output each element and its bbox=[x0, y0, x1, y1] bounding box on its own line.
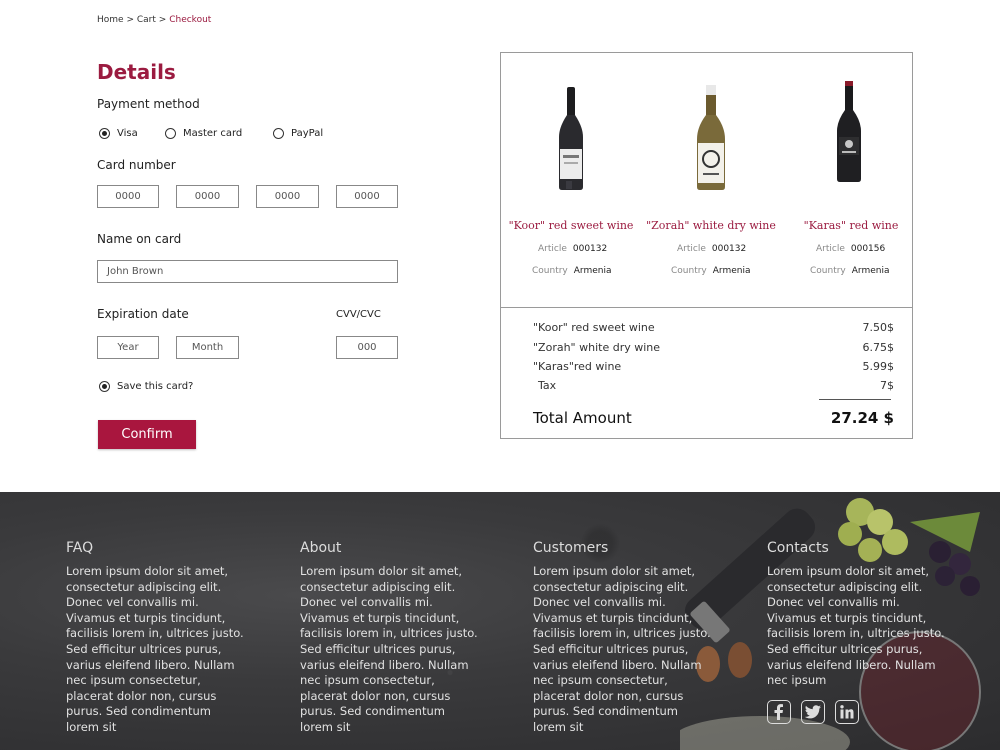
confirm-button[interactable]: Confirm bbox=[98, 420, 196, 449]
radio-paypal[interactable]: PayPal bbox=[273, 128, 323, 139]
radio-visa[interactable]: Visa bbox=[99, 128, 138, 139]
summary-divider bbox=[501, 307, 912, 308]
product-name-karas[interactable]: "Karas" red wine bbox=[782, 219, 920, 232]
footer-about-text: Lorem ipsum dolor sit amet, consectetur … bbox=[300, 564, 478, 734]
cvv-input[interactable]: 000 bbox=[336, 336, 398, 359]
line-item-tax: Tax 7$ bbox=[538, 379, 894, 392]
breadcrumb: Home > Cart > Checkout bbox=[97, 15, 212, 25]
product-article-zorah: Article 000132 bbox=[677, 244, 747, 254]
product-article-koor: Article 000132 bbox=[538, 244, 608, 254]
radio-master-card[interactable]: Master card bbox=[165, 128, 242, 139]
footer-contacts-text: Lorem ipsum dolor sit amet, consectetur … bbox=[767, 564, 945, 688]
radio-dot bbox=[165, 128, 176, 139]
cvv-label: CVV/CVC bbox=[336, 309, 381, 320]
footer-col-customers: Customers Lorem ipsum dolor sit amet, co… bbox=[533, 540, 713, 736]
line-item-koor: "Koor" red sweet wine 7.50$ bbox=[533, 321, 894, 334]
footer-col-faq: FAQ Lorem ipsum dolor sit amet, consecte… bbox=[66, 540, 246, 736]
footer-about-title[interactable]: About bbox=[300, 540, 480, 556]
total-amount: Total Amount 27.24 $ bbox=[533, 409, 894, 427]
name-on-card-input[interactable]: John Brown bbox=[97, 260, 398, 283]
footer-faq-text: Lorem ipsum dolor sit amet, consectetur … bbox=[66, 564, 244, 734]
footer: FAQ Lorem ipsum dolor sit amet, consecte… bbox=[0, 492, 1000, 750]
footer-col-contacts: Contacts Lorem ipsum dolor sit amet, con… bbox=[767, 540, 947, 689]
expiration-date-label: Expiration date bbox=[97, 307, 189, 321]
radio-dot bbox=[273, 128, 284, 139]
product-name-koor[interactable]: "Koor" red sweet wine bbox=[502, 219, 640, 232]
footer-customers-title[interactable]: Customers bbox=[533, 540, 713, 556]
product-country-karas: Country Armenia bbox=[810, 266, 890, 276]
sum-rule bbox=[819, 399, 891, 400]
card-number-input-3[interactable]: 0000 bbox=[256, 185, 319, 208]
expiry-year-input[interactable]: Year bbox=[97, 336, 159, 359]
card-number-label: Card number bbox=[97, 158, 176, 172]
breadcrumb-cart[interactable]: Cart bbox=[137, 15, 156, 25]
radio-dot bbox=[99, 128, 110, 139]
product-country-zorah: Country Armenia bbox=[671, 266, 751, 276]
linkedin-icon[interactable] bbox=[835, 700, 859, 724]
footer-contacts-title[interactable]: Contacts bbox=[767, 540, 947, 556]
product-name-zorah[interactable]: "Zorah" white dry wine bbox=[642, 219, 780, 232]
card-number-input-4[interactable]: 0000 bbox=[336, 185, 398, 208]
footer-customers-text: Lorem ipsum dolor sit amet, consectetur … bbox=[533, 564, 711, 734]
expiry-month-input[interactable]: Month bbox=[176, 336, 239, 359]
line-item-karas: "Karas"red wine 5.99$ bbox=[533, 360, 894, 373]
payment-method-label: Payment method bbox=[97, 97, 200, 111]
card-number-input-1[interactable]: 0000 bbox=[97, 185, 159, 208]
order-summary: "Koor" red sweet wine "Zorah" white dry … bbox=[500, 52, 913, 439]
facebook-icon[interactable] bbox=[767, 700, 791, 724]
twitter-icon[interactable] bbox=[801, 700, 825, 724]
zorah-bottle-image bbox=[697, 85, 725, 190]
product-country-koor: Country Armenia bbox=[532, 266, 612, 276]
footer-col-about: About Lorem ipsum dolor sit amet, consec… bbox=[300, 540, 480, 736]
footer-faq-title[interactable]: FAQ bbox=[66, 540, 246, 556]
karas-bottle-image bbox=[837, 81, 861, 182]
product-article-karas: Article 000156 bbox=[816, 244, 886, 254]
page-title: Details bbox=[97, 60, 176, 84]
breadcrumb-home[interactable]: Home bbox=[97, 15, 124, 25]
breadcrumb-checkout: Checkout bbox=[169, 15, 212, 25]
koor-bottle-image bbox=[559, 87, 583, 190]
line-item-zorah: "Zorah" white dry wine 6.75$ bbox=[533, 341, 894, 354]
save-card-toggle[interactable]: Save this card? bbox=[99, 381, 193, 392]
save-card-dot bbox=[99, 381, 110, 392]
card-number-input-2[interactable]: 0000 bbox=[176, 185, 239, 208]
name-on-card-label: Name on card bbox=[97, 232, 182, 246]
